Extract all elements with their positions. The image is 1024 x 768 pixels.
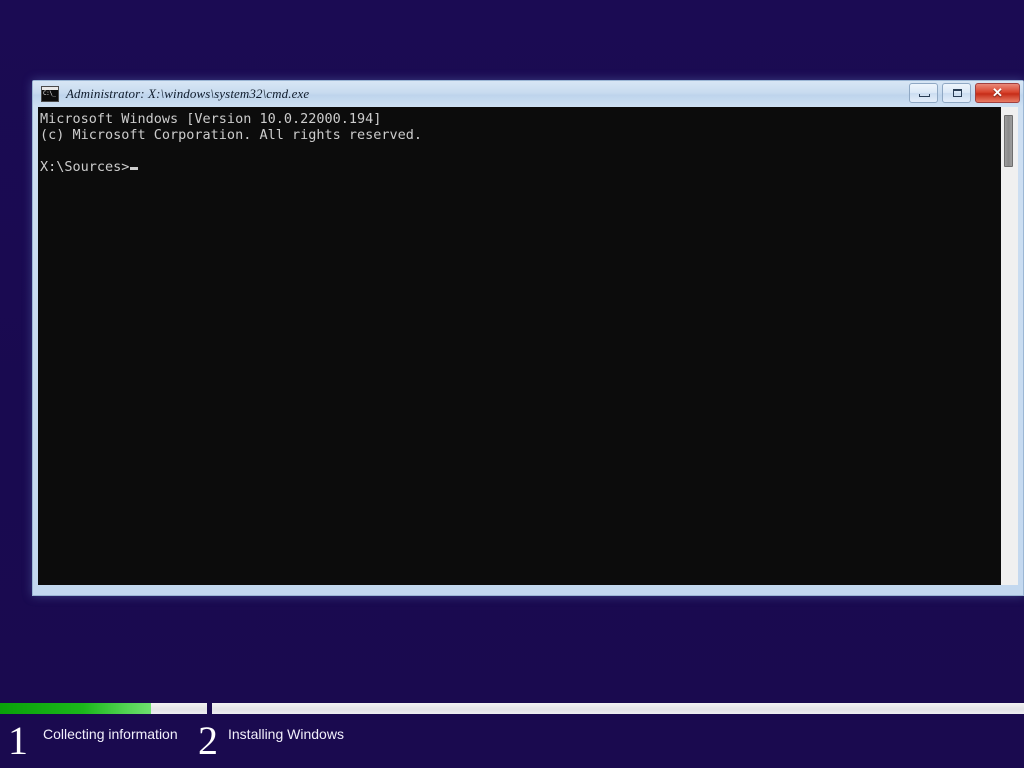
close-icon: ✕	[992, 85, 1003, 100]
console-line-1: Microsoft Windows [Version 10.0.22000.19…	[40, 111, 382, 127]
step-number: 1	[8, 718, 28, 763]
close-button[interactable]: ✕	[975, 83, 1020, 103]
console-scrollbar[interactable]	[1000, 107, 1018, 585]
window-title: Administrator: X:\windows\system32\cmd.e…	[66, 86, 310, 101]
maximize-button[interactable]	[942, 83, 971, 103]
window-controls: ✕	[909, 83, 1020, 103]
progress-track-step-2	[212, 703, 1024, 714]
progress-track-step-1	[0, 703, 207, 714]
scrollbar-thumb[interactable]	[1004, 115, 1013, 167]
console-output[interactable]: Microsoft Windows [Version 10.0.22000.19…	[38, 107, 1000, 585]
maximize-icon	[953, 89, 962, 97]
console-line-2: (c) Microsoft Corporation. All rights re…	[40, 127, 423, 143]
console-area[interactable]: Microsoft Windows [Version 10.0.22000.19…	[38, 107, 1018, 585]
step-label: Installing Windows	[228, 726, 344, 742]
setup-progress-footer: 1 Collecting information 2 Installing Wi…	[0, 700, 1024, 768]
windows-setup-screen: Administrator: X:\windows\system32\cmd.e…	[0, 0, 1024, 768]
step-label: Collecting information	[43, 726, 178, 742]
cmd-icon	[41, 86, 59, 102]
command-prompt-window[interactable]: Administrator: X:\windows\system32\cmd.e…	[32, 80, 1024, 596]
console-cursor	[130, 167, 139, 170]
console-prompt: X:\Sources>	[40, 159, 130, 175]
progress-bars	[0, 700, 1024, 715]
progress-fill-step-1	[0, 703, 152, 714]
minimize-button[interactable]	[909, 83, 938, 103]
step-number: 2	[198, 718, 218, 763]
window-titlebar[interactable]: Administrator: X:\windows\system32\cmd.e…	[33, 81, 1023, 107]
minimize-icon	[919, 94, 930, 97]
